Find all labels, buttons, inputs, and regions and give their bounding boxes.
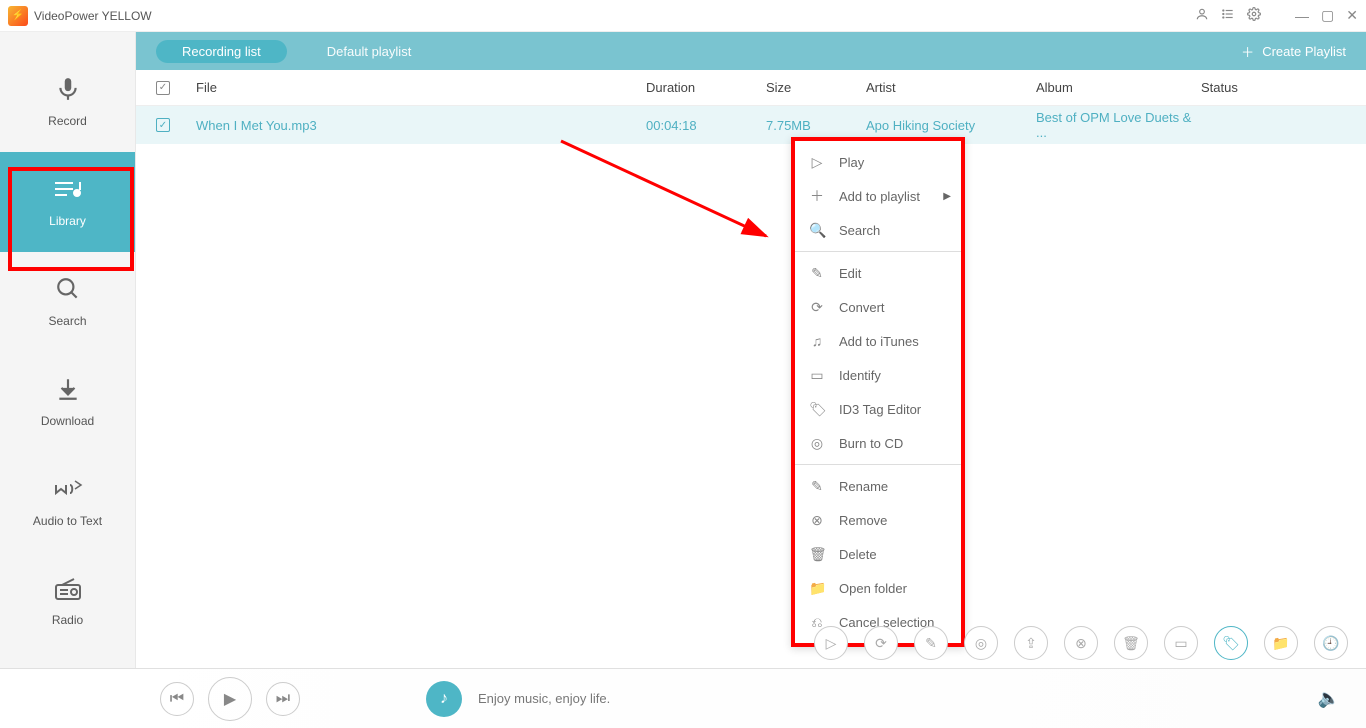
radio-icon — [54, 577, 82, 605]
tab-default-playlist[interactable]: Default playlist — [327, 44, 412, 59]
player-controls: ⏮ ▶ ⏭ — [160, 677, 300, 721]
cell-duration: 00:04:18 — [646, 118, 766, 133]
volume-icon[interactable]: 🔈 — [1318, 688, 1340, 709]
playlist-tabbar: Recording list Default playlist ＋ Create… — [136, 32, 1366, 70]
tb-export[interactable]: ⇪ — [1014, 626, 1048, 660]
folder-icon: 📁 — [809, 580, 825, 597]
cm-add-to-itunes[interactable]: ♫Add to iTunes — [795, 324, 961, 358]
play-button[interactable]: ▶ — [208, 677, 252, 721]
settings-icon[interactable] — [1247, 7, 1261, 24]
context-menu: ▷Play ＋Add to playlist▶ 🔍Search ✎Edit ⟳C… — [791, 137, 965, 647]
prev-button[interactable]: ⏮ — [160, 682, 194, 716]
sidebar-item-label: Record — [48, 114, 87, 128]
sidebar-item-label: Audio to Text — [33, 514, 102, 528]
cm-identify[interactable]: ▭Identify — [795, 358, 961, 392]
tb-tag[interactable]: 🏷 — [1214, 626, 1248, 660]
cm-add-to-playlist[interactable]: ＋Add to playlist▶ — [795, 179, 961, 213]
cm-edit[interactable]: ✎Edit — [795, 256, 961, 290]
cm-convert[interactable]: ⟳Convert — [795, 290, 961, 324]
library-icon — [53, 176, 83, 206]
minimize-icon[interactable]: — — [1295, 8, 1309, 24]
table-row[interactable]: ✓ When I Met You.mp3 00:04:18 7.75MB Apo… — [136, 106, 1366, 144]
tab-recording-list[interactable]: Recording list — [156, 40, 287, 63]
col-file[interactable]: File — [196, 80, 646, 95]
sidebar-item-label: Library — [49, 214, 86, 228]
sidebar: Record Library Search Download Audio to … — [0, 32, 136, 668]
sidebar-item-audio-to-text[interactable]: Audio to Text — [0, 452, 135, 552]
tb-cd[interactable]: ◎ — [964, 626, 998, 660]
sidebar-item-record[interactable]: Record — [0, 52, 135, 152]
now-playing-text: Enjoy music, enjoy life. — [478, 691, 610, 706]
create-playlist-button[interactable]: ＋ Create Playlist — [1241, 42, 1346, 61]
tb-edit[interactable]: ✎ — [914, 626, 948, 660]
maximize-icon[interactable]: ▢ — [1321, 7, 1334, 24]
cm-open-folder[interactable]: 📁Open folder — [795, 571, 961, 605]
tb-card[interactable]: ▭ — [1164, 626, 1198, 660]
tb-remove[interactable]: ⊗ — [1064, 626, 1098, 660]
annotation-arrow — [556, 136, 786, 246]
rename-icon: ✎ — [809, 478, 825, 495]
sidebar-item-label: Search — [48, 314, 86, 328]
app-title: VideoPower YELLOW — [34, 9, 152, 23]
sidebar-item-search[interactable]: Search — [0, 252, 135, 352]
cell-album: Best of OPM Love Duets & ... — [1036, 110, 1201, 140]
select-all-checkbox[interactable]: ✓ — [156, 81, 170, 95]
cm-id3-editor[interactable]: 🏷ID3 Tag Editor — [795, 392, 961, 426]
next-button[interactable]: ⏭ — [266, 682, 300, 716]
chevron-right-icon: ▶ — [943, 191, 951, 202]
download-icon — [55, 376, 81, 406]
identify-icon: ▭ — [809, 367, 825, 384]
cell-file: When I Met You.mp3 — [196, 118, 646, 133]
cm-remove[interactable]: ⊗Remove — [795, 503, 961, 537]
col-duration[interactable]: Duration — [646, 80, 766, 95]
row-checkbox[interactable]: ✓ — [156, 118, 170, 132]
sidebar-item-library[interactable]: Library — [0, 152, 135, 252]
audio-to-text-icon — [53, 476, 83, 506]
cell-size: 7.75MB — [766, 118, 866, 133]
cm-search[interactable]: 🔍Search — [795, 213, 961, 247]
edit-icon: ✎ — [809, 265, 825, 282]
play-icon: ▷ — [809, 154, 825, 171]
titlebar: ⚡ VideoPower YELLOW — ▢ ✕ — [0, 0, 1366, 32]
cm-rename[interactable]: ✎Rename — [795, 469, 961, 503]
cell-artist: Apo Hiking Society — [866, 118, 1036, 133]
itunes-icon: ♫ — [809, 333, 825, 349]
tb-play[interactable]: ▷ — [814, 626, 848, 660]
cm-burn-cd[interactable]: ◎Burn to CD — [795, 426, 961, 460]
list-icon[interactable] — [1221, 7, 1235, 24]
search-icon: 🔍 — [809, 222, 825, 239]
table-header: ✓ File Duration Size Artist Album Status — [136, 70, 1366, 106]
plus-icon: ＋ — [1241, 42, 1254, 61]
bottom-toolbar: ▷ ⟳ ✎ ◎ ⇪ ⊗ 🗑 ▭ 🏷 📁 🕘 — [814, 626, 1348, 660]
delete-icon: 🗑 — [809, 546, 825, 563]
tb-delete[interactable]: 🗑 — [1114, 626, 1148, 660]
close-icon[interactable]: ✕ — [1346, 7, 1358, 24]
col-size[interactable]: Size — [766, 80, 866, 95]
search-icon — [55, 276, 81, 306]
tb-history[interactable]: 🕘 — [1314, 626, 1348, 660]
tb-folder[interactable]: 📁 — [1264, 626, 1298, 660]
remove-icon: ⊗ — [809, 512, 825, 529]
now-playing-icon: ♪ — [426, 681, 462, 717]
player-bar: ⏮ ▶ ⏭ ♪ Enjoy music, enjoy life. 🔈 — [0, 668, 1366, 728]
main-panel: Recording list Default playlist ＋ Create… — [136, 32, 1366, 668]
plus-icon: ＋ — [809, 186, 825, 206]
cm-play[interactable]: ▷Play — [795, 145, 961, 179]
col-status[interactable]: Status — [1201, 80, 1366, 95]
cd-icon: ◎ — [809, 435, 825, 452]
tag-icon: 🏷 — [809, 401, 825, 418]
col-artist[interactable]: Artist — [866, 80, 1036, 95]
sidebar-item-label: Download — [41, 414, 94, 428]
sidebar-item-radio[interactable]: Radio — [0, 552, 135, 652]
create-playlist-label: Create Playlist — [1262, 44, 1346, 59]
convert-icon: ⟳ — [809, 299, 825, 316]
account-icon[interactable] — [1195, 7, 1209, 24]
sidebar-item-label: Radio — [52, 613, 83, 627]
microphone-icon — [55, 76, 81, 106]
app-logo-icon: ⚡ — [8, 6, 28, 26]
tb-refresh[interactable]: ⟳ — [864, 626, 898, 660]
sidebar-item-download[interactable]: Download — [0, 352, 135, 452]
col-album[interactable]: Album — [1036, 80, 1201, 95]
cm-delete[interactable]: 🗑Delete — [795, 537, 961, 571]
